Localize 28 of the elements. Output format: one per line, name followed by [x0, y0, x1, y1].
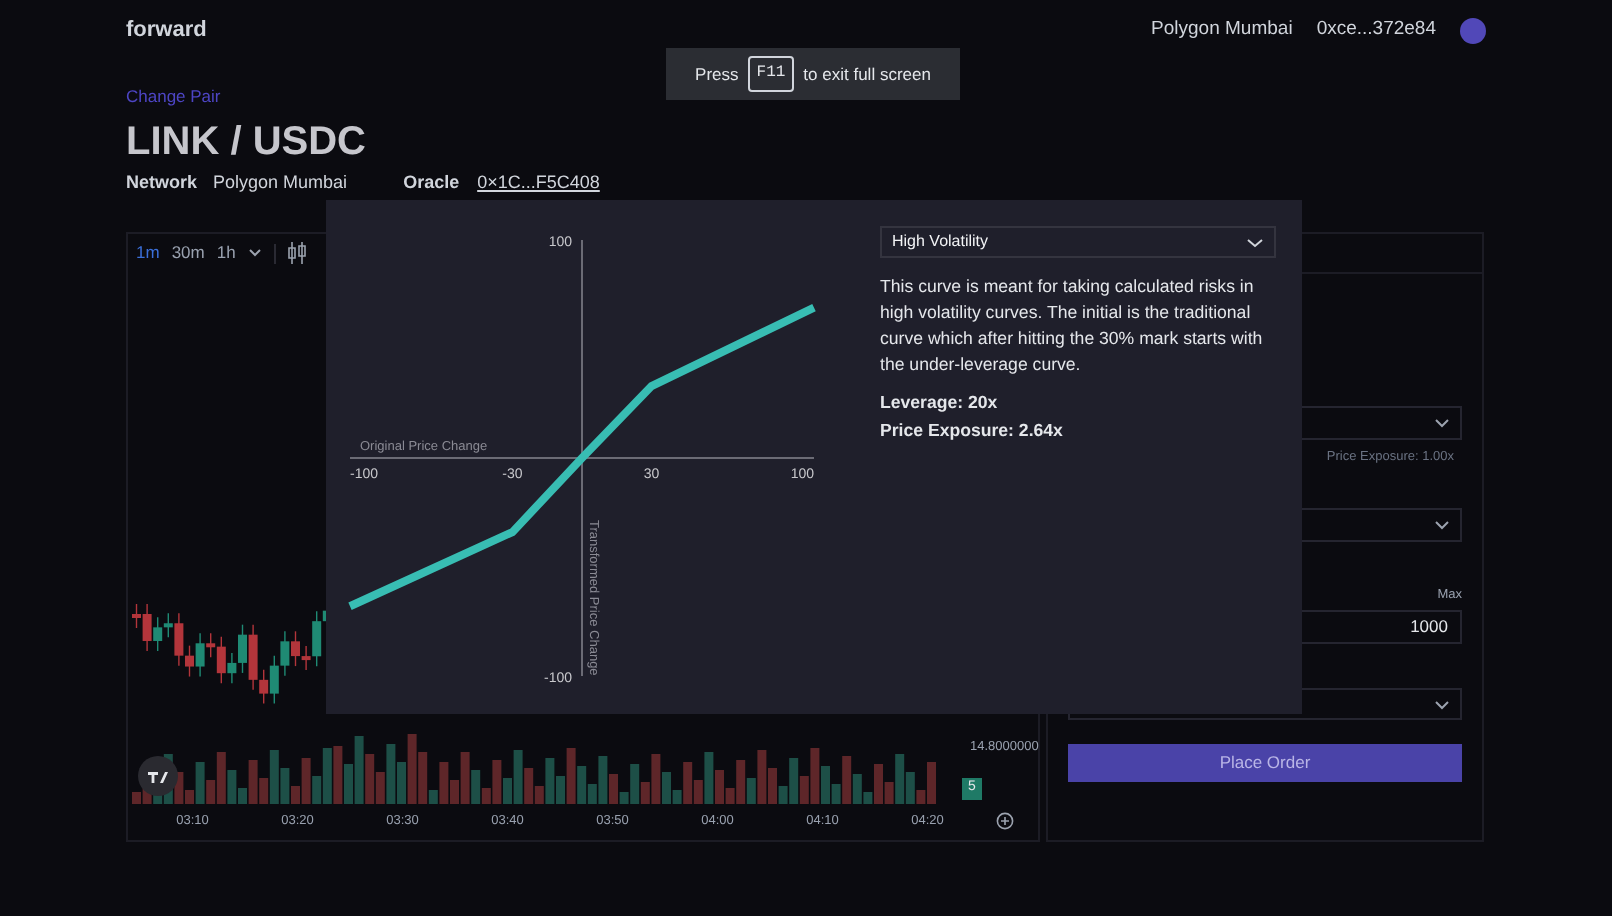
interval-tab[interactable]: 30m [171, 240, 205, 266]
candles-icon[interactable] [287, 242, 306, 264]
place-order-button[interactable]: Place Order [1068, 744, 1462, 782]
network-name: Polygon Mumbai [1151, 15, 1293, 44]
network-label: Network [126, 170, 198, 196]
exposure-text: Price Exposure: 2.64x [880, 418, 1065, 445]
notice-text: to exit full screen [803, 61, 931, 87]
curve-description: This curve is meant for taking calculated risks in high volatility curves. The initial is the traditional curve which after hitting the 30% mark starts with the under-leverage curve. [880, 274, 1264, 378]
account-address[interactable]: 0xce...372e84 [1316, 15, 1436, 45]
key-label: F11 [748, 56, 794, 92]
chevron-icon [1434, 520, 1450, 531]
notice-text: Press [695, 61, 739, 87]
logo-icon [138, 755, 178, 795]
oracle-link[interactable]: 0×1C...F5C408 [477, 170, 600, 197]
chevron-icon [1434, 417, 1450, 427]
caret-icon[interactable] [247, 248, 262, 258]
app-name: forward [126, 15, 207, 46]
leverage-text: Leverage: 20x [880, 390, 1000, 416]
network-value: Polygon Mumbai [213, 170, 348, 196]
interval-tab[interactable]: 1m [136, 240, 160, 266]
oracle-label: Oracle [403, 170, 460, 196]
chevron-icon [1434, 699, 1450, 709]
pair-title: LINK / USDC [126, 118, 368, 166]
chevron-icon [1246, 237, 1264, 247]
curve-select[interactable]: High Volatility [880, 226, 1276, 258]
avatar-icon[interactable] [1460, 17, 1486, 43]
add-icon[interactable] [996, 812, 1014, 830]
interval-tab[interactable]: 1h [216, 240, 236, 266]
